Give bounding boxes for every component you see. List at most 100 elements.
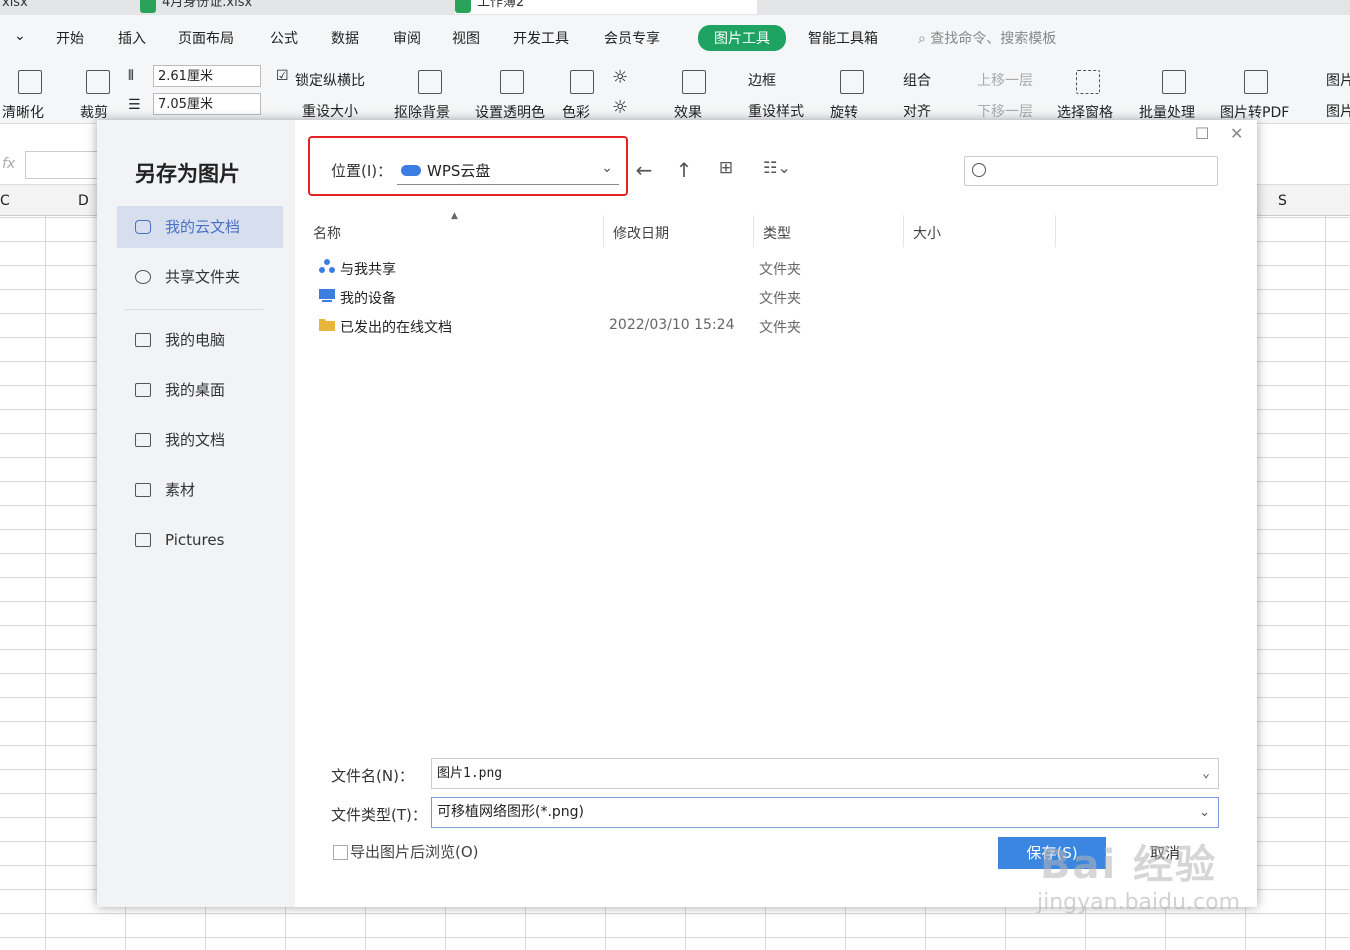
watermark-url: jingyan.baidu.com xyxy=(1037,890,1241,915)
command-search[interactable]: ⌕ 查找命令、搜索模板 xyxy=(918,28,1056,48)
up-arrow-icon[interactable]: ↑ xyxy=(672,158,696,182)
column-date[interactable]: 修改日期 xyxy=(613,223,669,243)
file-row[interactable]: 我的设备 文件夹 xyxy=(305,282,1205,311)
sidebar-item-label: 我的电脑 xyxy=(165,331,226,349)
doc-tab-2[interactable]: 4月身份证.xlsx xyxy=(140,0,252,14)
documents-icon xyxy=(135,433,151,447)
column-header[interactable]: D xyxy=(78,193,89,209)
sidebar-divider xyxy=(125,309,263,310)
folder-icon xyxy=(319,319,335,331)
batch-icon xyxy=(1162,70,1186,94)
menu-view[interactable]: 视图 xyxy=(452,28,480,48)
width-input[interactable]: 2.61厘米 xyxy=(153,65,261,87)
export-browse-label[interactable]: 导出图片后浏览(O) xyxy=(350,841,479,862)
fx-icon[interactable]: fx xyxy=(2,156,15,172)
menu-developer[interactable]: 开发工具 xyxy=(513,28,569,48)
contrast-icon[interactable]: ☼ xyxy=(612,97,628,118)
search-input[interactable] xyxy=(964,156,1218,186)
sidebar-item-documents[interactable]: 我的文档 xyxy=(117,419,283,461)
effects-button[interactable]: 效果 xyxy=(674,102,702,122)
doc-tab-1[interactable]: xlsx xyxy=(0,0,28,14)
chevron-down-icon[interactable]: ⌄ xyxy=(1199,798,1210,827)
height-icon: ☰ xyxy=(128,97,141,113)
ribbon: ⌄ 开始 插入 页面布局 公式 数据 审阅 视图 开发工具 会员专享 图片工具 … xyxy=(0,15,1350,124)
baidu-watermark: Bai 经验 xyxy=(1040,842,1218,888)
view-mode-icon[interactable]: ☷⌄ xyxy=(757,158,797,177)
remove-background-icon xyxy=(418,70,442,94)
sidebar-item-label: 素材 xyxy=(165,481,196,499)
border-button[interactable]: 边框 xyxy=(748,70,776,90)
clarity-button[interactable]: 清晰化 xyxy=(2,102,44,122)
send-backward-button[interactable]: 下移一层 xyxy=(977,101,1033,121)
color-button[interactable]: 色彩 xyxy=(562,102,590,122)
chevron-down-icon: ⌄ xyxy=(601,160,613,176)
lock-ratio-checkbox[interactable]: ☑ xyxy=(276,68,289,84)
chevron-down-icon[interactable]: ⌄ xyxy=(1202,759,1210,788)
command-search-label: 查找命令、搜索模板 xyxy=(930,31,1057,47)
menu-smart-toolbox[interactable]: 智能工具箱 xyxy=(808,28,878,48)
align-button[interactable]: 对齐 xyxy=(903,101,931,121)
close-icon[interactable]: ✕ xyxy=(1230,124,1243,143)
location-select[interactable]: WPS云盘 ⌄ xyxy=(397,156,619,185)
sidebar-item-material[interactable]: 素材 xyxy=(117,469,283,511)
column-size[interactable]: 大小 xyxy=(913,223,941,243)
column-header[interactable]: S xyxy=(1278,193,1287,209)
collapse-menu-icon[interactable]: ⌄ xyxy=(14,28,26,44)
reset-style-button[interactable]: 重设样式 xyxy=(748,101,804,121)
reset-size-button[interactable]: 重设大小 xyxy=(302,101,358,121)
back-arrow-icon[interactable]: ← xyxy=(632,158,656,182)
sidebar-item-cloud-docs[interactable]: 我的云文档 xyxy=(117,206,283,248)
desktop-icon xyxy=(135,383,151,397)
menu-data[interactable]: 数据 xyxy=(331,28,359,48)
new-folder-icon[interactable]: ⊞ xyxy=(714,158,738,178)
column-divider xyxy=(1055,215,1056,247)
menu-picture-tools[interactable]: 图片工具 xyxy=(698,25,786,51)
export-browse-checkbox[interactable] xyxy=(333,845,348,860)
menu-insert[interactable]: 插入 xyxy=(118,28,146,48)
column-header[interactable]: C xyxy=(0,193,10,209)
sidebar-item-shared-folder[interactable]: 共享文件夹 xyxy=(117,256,283,298)
remove-background-button[interactable]: 抠除背景 xyxy=(394,102,450,122)
filename-label: 文件名(N)： xyxy=(331,767,414,785)
menu-member[interactable]: 会员专享 xyxy=(604,28,660,48)
wps-cloud-icon xyxy=(401,165,421,176)
file-name: 我的设备 xyxy=(340,291,396,307)
selection-pane-button[interactable]: 选择窗格 xyxy=(1057,102,1113,122)
picture-tool-1[interactable]: 图片 xyxy=(1326,70,1350,90)
search-icon xyxy=(972,163,986,177)
file-date: 2022/03/10 15:24 xyxy=(609,317,735,333)
clarity-icon xyxy=(18,70,42,94)
rotate-button[interactable]: 旋转 xyxy=(830,102,858,122)
file-row[interactable]: 已发出的在线文档 2022/03/10 15:24 文件夹 xyxy=(305,311,1205,340)
height-input[interactable]: 7.05厘米 xyxy=(153,93,261,115)
set-transparent-button[interactable]: 设置透明色 xyxy=(475,102,545,122)
filetype-select[interactable]: 可移植网络图形(*.png) ⌄ xyxy=(431,797,1219,828)
batch-process-button[interactable]: 批量处理 xyxy=(1139,102,1195,122)
filetype-value: 可移植网络图形(*.png) xyxy=(437,804,585,820)
file-type: 文件夹 xyxy=(759,320,801,336)
menu-formula[interactable]: 公式 xyxy=(270,28,298,48)
menu-home[interactable]: 开始 xyxy=(56,28,84,48)
column-divider xyxy=(903,215,904,247)
image-to-pdf-button[interactable]: 图片转PDF xyxy=(1220,102,1289,122)
sidebar-item-label: 我的桌面 xyxy=(165,381,226,399)
column-type[interactable]: 类型 xyxy=(763,223,791,243)
sidebar-item-desktop[interactable]: 我的桌面 xyxy=(117,369,283,411)
picture-tool-2[interactable]: 图片 xyxy=(1326,101,1350,121)
location-label: 位置(I)： xyxy=(331,162,393,180)
filename-input[interactable]: 图片1.png ⌄ xyxy=(431,758,1219,789)
shared-icon xyxy=(319,259,335,273)
column-name[interactable]: 名称 xyxy=(313,223,341,243)
crop-button[interactable]: 裁剪 xyxy=(80,102,108,122)
menu-page-layout[interactable]: 页面布局 xyxy=(178,28,234,48)
file-row[interactable]: 与我共享 文件夹 xyxy=(305,253,1205,282)
group-button[interactable]: 组合 xyxy=(903,70,931,90)
filetype-label: 文件类型(T)： xyxy=(331,806,427,824)
doc-tab-3[interactable]: 工作簿2 xyxy=(455,0,757,14)
menu-review[interactable]: 审阅 xyxy=(393,28,421,48)
sidebar-item-pictures[interactable]: Pictures xyxy=(117,519,283,561)
brightness-icon[interactable]: ☼ xyxy=(612,67,628,88)
maximize-icon[interactable]: ☐ xyxy=(1195,124,1209,143)
bring-forward-button[interactable]: 上移一层 xyxy=(977,70,1033,90)
sidebar-item-my-computer[interactable]: 我的电脑 xyxy=(117,319,283,361)
